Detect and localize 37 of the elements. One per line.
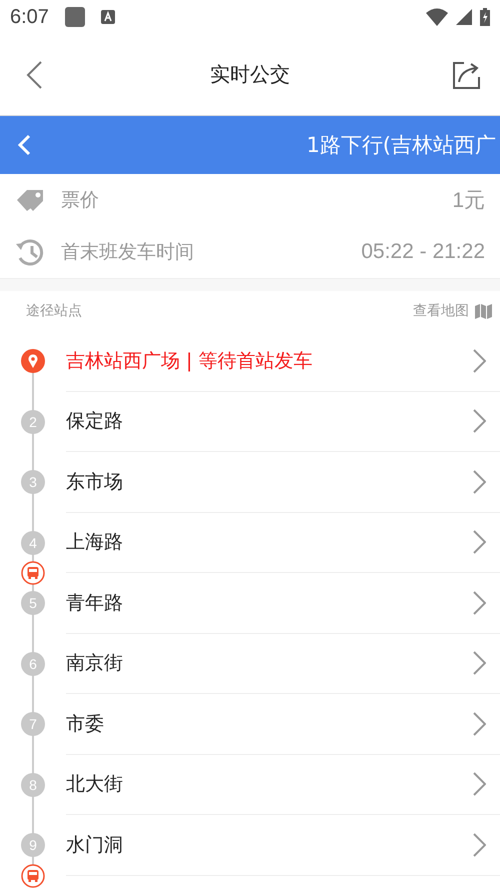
stop-name[interactable]: 上海路 — [66, 529, 123, 556]
tag-icon — [15, 187, 45, 213]
chevron-icon[interactable] — [473, 651, 486, 676]
info-value: 1元 — [452, 188, 485, 214]
stop-name[interactable]: 保定路 — [66, 408, 123, 434]
chevron-icon[interactable] — [473, 348, 486, 373]
map-icon[interactable] — [475, 304, 492, 318]
chevron-icon[interactable] — [473, 530, 486, 554]
stop-name[interactable]: 南京街 — [66, 650, 123, 676]
chevron-icon[interactable] — [473, 470, 486, 494]
notification-icon — [100, 10, 115, 24]
stop-name[interactable]: 市委 — [66, 710, 104, 737]
battery-icon — [480, 8, 490, 26]
signal-icon — [456, 9, 472, 25]
route-title: 1路下行(吉林站西广 — [306, 132, 497, 159]
history-icon — [15, 238, 45, 266]
chevron-icon[interactable] — [473, 590, 486, 615]
stop-name[interactable]: 东市场 — [66, 468, 123, 495]
stop-name[interactable]: 吉林站西广场 | 等待首站发车 — [66, 348, 312, 374]
info-label: 票价 — [61, 188, 99, 213]
back-icon[interactable] — [25, 61, 43, 89]
stop-name[interactable]: 水门洞 — [66, 832, 123, 858]
notification-icon — [64, 7, 85, 27]
info-label: 首末班发车时间 — [61, 240, 194, 265]
info-value: 05:22 - 21:22 — [361, 240, 485, 264]
section-label: 途径站点 — [26, 302, 82, 320]
stop-name[interactable]: 北大街 — [66, 771, 123, 798]
chevron-icon[interactable] — [473, 409, 486, 434]
chevron-icon[interactable] — [473, 712, 486, 736]
wifi-icon — [426, 8, 448, 26]
stop-name[interactable]: 青年路 — [66, 590, 123, 616]
chevron-icon[interactable] — [473, 832, 486, 857]
chevron-icon[interactable] — [473, 772, 486, 796]
status-time: 6:07 — [10, 6, 49, 28]
page-title: 实时公交 — [210, 61, 290, 88]
share-icon[interactable] — [452, 61, 480, 89]
location-pin-icon — [21, 349, 45, 374]
